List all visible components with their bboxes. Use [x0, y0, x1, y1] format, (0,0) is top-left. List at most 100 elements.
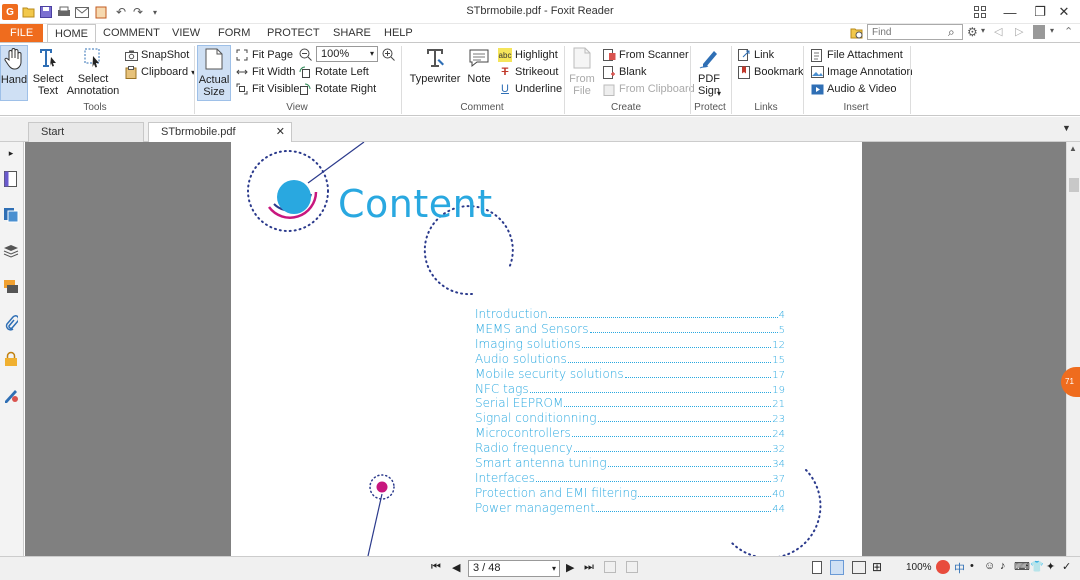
layers-icon[interactable]: [2, 242, 20, 260]
toc-entry[interactable]: Microcontrollers 24: [475, 425, 785, 440]
scroll-thumb[interactable]: [1069, 178, 1079, 192]
tab-view[interactable]: VIEW: [166, 24, 206, 42]
rotate-right-button[interactable]: Rotate Right: [298, 81, 376, 97]
strikeout-button[interactable]: T Strikeout: [498, 64, 559, 80]
previous-view-icon[interactable]: [604, 561, 616, 573]
gear-icon[interactable]: ⚙: [967, 25, 978, 39]
toc-entry[interactable]: Introduction 4: [475, 306, 785, 321]
ime-emoji-icon[interactable]: ☺: [984, 560, 995, 572]
zoom-out-button[interactable]: [298, 46, 315, 62]
attachments-icon[interactable]: [2, 314, 20, 332]
security-lock-icon[interactable]: [2, 350, 20, 368]
ime-skin-icon[interactable]: 👕: [1030, 560, 1044, 573]
expand-panel-icon[interactable]: ▸: [2, 144, 20, 162]
search-folder-icon[interactable]: [850, 26, 864, 40]
forward-icon[interactable]: ▷: [1015, 25, 1023, 38]
next-view-icon[interactable]: [626, 561, 638, 573]
toc-title: Introduction: [475, 307, 548, 321]
clipboard-button[interactable]: Clipboard ▾: [124, 64, 195, 80]
first-page-icon[interactable]: ⏮: [431, 561, 441, 574]
toc-entry[interactable]: Protection and EMI filtering 40: [475, 485, 785, 500]
zoom-select[interactable]: 100% ▾: [316, 46, 378, 62]
tab-file[interactable]: FILE: [0, 24, 44, 42]
signature-icon[interactable]: [2, 386, 20, 404]
image-annotation-button[interactable]: Image Annotation: [810, 64, 913, 80]
tab-document[interactable]: STbrmobile.pdf ✕: [148, 122, 292, 142]
next-page-icon[interactable]: ▶: [566, 561, 574, 574]
ime-punctuation-icon[interactable]: •: [970, 560, 974, 572]
select-annotation-button[interactable]: Select Annotation: [67, 45, 119, 97]
ime-tools-icon[interactable]: ✦: [1046, 560, 1055, 573]
rotate-left-button[interactable]: Rotate Left: [298, 64, 369, 80]
file-attachment-button[interactable]: File Attachment: [810, 47, 903, 63]
highlight-button[interactable]: abc Highlight: [498, 47, 558, 63]
page-number-input[interactable]: 3 / 48 ▾: [468, 560, 560, 577]
back-icon[interactable]: ◁: [994, 25, 1002, 38]
toc-entry[interactable]: MEMS and Sensors 5: [475, 321, 785, 336]
user-icon[interactable]: [1033, 25, 1045, 39]
fit-page-button[interactable]: Fit Page: [235, 47, 293, 63]
underline-button[interactable]: U Underline: [498, 81, 562, 97]
scroll-up-icon[interactable]: ▲: [1069, 144, 1077, 153]
tab-comment[interactable]: COMMENT: [97, 24, 166, 42]
from-clipboard-button[interactable]: From Clipboard: [602, 81, 695, 97]
facing-page-icon[interactable]: [852, 561, 866, 574]
ime-chinese-icon[interactable]: 中: [954, 560, 965, 576]
comments-icon[interactable]: [2, 278, 20, 296]
toc-entry[interactable]: Serial EEPROM 21: [475, 395, 785, 410]
vertical-scrollbar[interactable]: ▲ 71: [1061, 142, 1080, 556]
fit-width-button[interactable]: Fit Width: [235, 64, 295, 80]
pages-icon[interactable]: [2, 206, 20, 224]
fit-visible-button[interactable]: Fit Visible: [235, 81, 299, 97]
ime-keyboard-icon[interactable]: ⌨: [1014, 560, 1030, 573]
select-text-button[interactable]: Select Text: [31, 45, 65, 97]
toc-title: Imaging solutions: [475, 336, 581, 351]
tab-share[interactable]: SHARE: [327, 24, 377, 42]
tab-list-icon[interactable]: ▼: [1062, 123, 1071, 133]
tab-start[interactable]: Start: [28, 122, 144, 142]
zoom-in-button[interactable]: [381, 46, 398, 62]
tab-help[interactable]: HELP: [378, 24, 419, 42]
ime-logo-icon[interactable]: [936, 560, 950, 574]
previous-page-icon[interactable]: ◀: [452, 561, 460, 574]
typewriter-button[interactable]: Typewriter: [408, 45, 462, 85]
continuous-page-icon[interactable]: [830, 560, 844, 575]
audio-video-button[interactable]: Audio & Video: [810, 81, 897, 97]
ime-settings-icon[interactable]: ✓: [1062, 560, 1071, 573]
clipboard-icon: [124, 65, 138, 79]
search-icon[interactable]: ⌕: [948, 25, 955, 40]
pdf-sign-dropdown-icon[interactable]: ▾: [717, 89, 721, 98]
from-file-button[interactable]: From File: [568, 45, 596, 97]
toc-entry[interactable]: Interfaces 37: [475, 470, 785, 485]
toc-entry[interactable]: Smart antenna tuning 34: [475, 455, 785, 470]
blank-button[interactable]: Blank: [602, 64, 647, 80]
hand-button[interactable]: Hand: [0, 45, 28, 101]
snapshot-button[interactable]: SnapShot: [124, 47, 189, 63]
tab-form[interactable]: FORM: [212, 24, 256, 42]
link-button[interactable]: Link: [737, 47, 774, 63]
toc-entry[interactable]: Signal conditionning 23: [475, 410, 785, 425]
continuous-facing-icon[interactable]: ⊞: [872, 560, 882, 574]
actual-size-button[interactable]: Actual Size: [197, 45, 231, 101]
tab-home[interactable]: HOME: [47, 24, 96, 42]
toc-entry[interactable]: Mobile security solutions 17: [475, 366, 785, 381]
last-page-icon[interactable]: ⏭: [584, 561, 594, 574]
toc-entry[interactable]: NFC tags 19: [475, 381, 785, 396]
bookmark-button[interactable]: Bookmark: [737, 64, 804, 80]
ime-mic-icon[interactable]: ♪: [1000, 560, 1006, 572]
close-tab-icon[interactable]: ✕: [276, 123, 285, 141]
note-button[interactable]: Note: [464, 45, 494, 85]
document-viewer[interactable]: Content Introduction 4 MEMS and Sensors 5 Im…: [25, 142, 1066, 556]
toc-entry[interactable]: Radio frequency 32: [475, 440, 785, 455]
settings-dropdown-icon[interactable]: ▾: [981, 26, 985, 35]
single-page-icon[interactable]: [812, 561, 822, 574]
ribbon-collapse-icon[interactable]: ⌃: [1064, 25, 1073, 38]
close-button[interactable]: ✕: [1048, 0, 1080, 24]
user-dropdown-icon[interactable]: ▾: [1050, 26, 1054, 35]
page-thumbnail-icon[interactable]: [2, 170, 20, 188]
toc-entry[interactable]: Power management 44: [475, 500, 785, 515]
tab-protect[interactable]: PROTECT: [261, 24, 326, 42]
toc-entry[interactable]: Imaging solutions 12: [475, 336, 785, 351]
toc-entry[interactable]: Audio solutions 15: [475, 351, 785, 366]
from-scanner-button[interactable]: From Scanner: [602, 47, 689, 63]
